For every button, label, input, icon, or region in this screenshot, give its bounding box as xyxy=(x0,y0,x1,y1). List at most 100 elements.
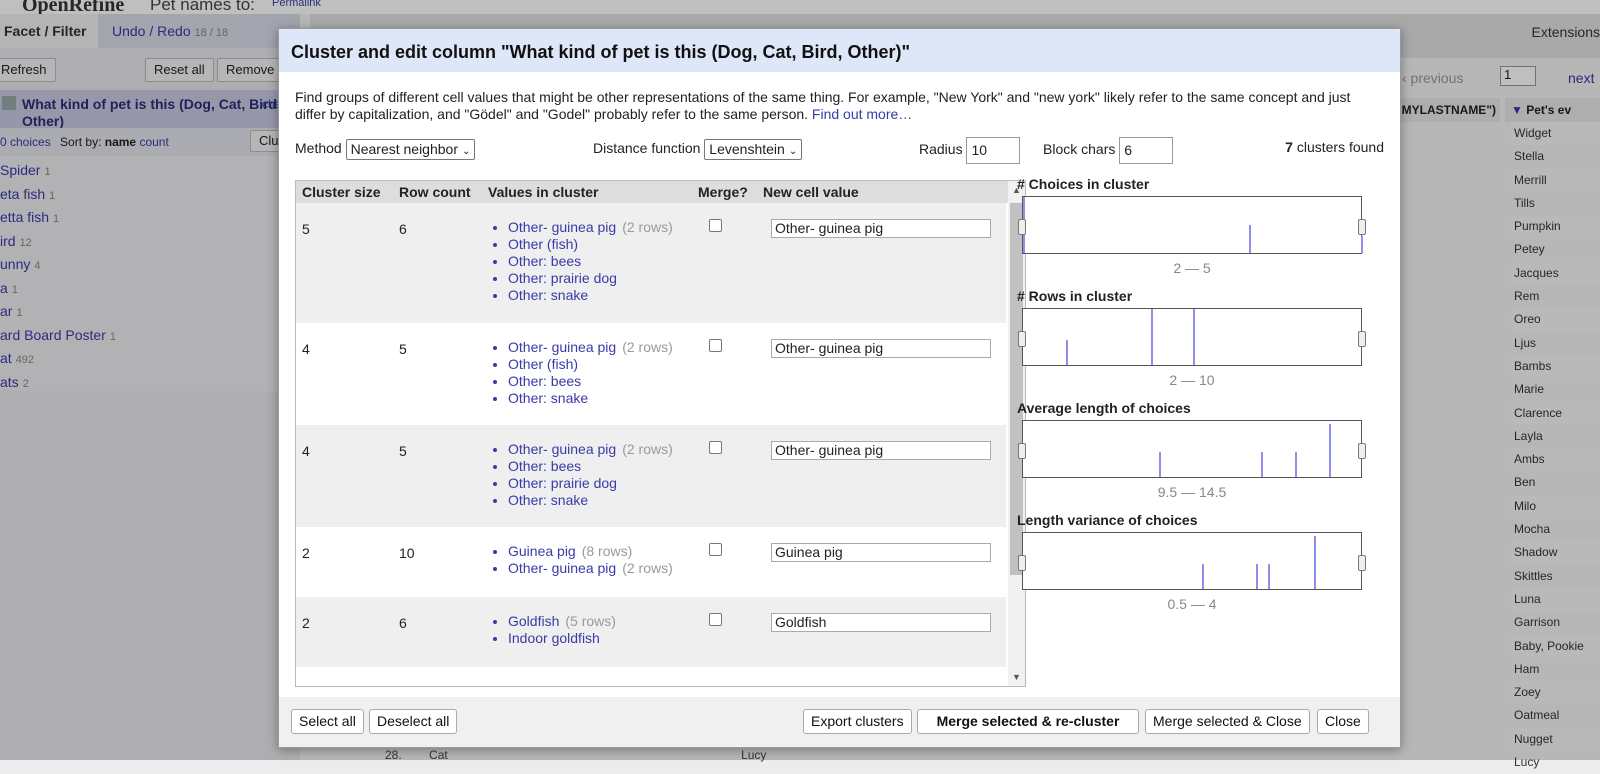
merge-close-button[interactable]: Merge selected & Close xyxy=(1145,709,1310,734)
range-handle-left[interactable] xyxy=(1018,331,1026,347)
cluster-value: Other: snake xyxy=(508,492,673,509)
block-chars-label: Block chars xyxy=(1043,141,1116,158)
cluster-value-link[interactable]: Indoor goldfish xyxy=(508,630,600,646)
radius-input[interactable]: 10 xyxy=(966,137,1021,164)
histogram-bar xyxy=(1261,452,1263,477)
distance-select[interactable]: Levenshtein ⌄ xyxy=(704,138,803,160)
cluster-value: Other- guinea pig (2 rows) xyxy=(508,339,673,356)
cluster-value-link[interactable]: Other: snake xyxy=(508,390,588,406)
histogram-range: 2 — 5 xyxy=(1173,260,1211,276)
histogram-chart[interactable] xyxy=(1018,196,1366,254)
cluster-value-link[interactable]: Other- guinea pig xyxy=(508,339,616,355)
range-handle-left[interactable] xyxy=(1018,555,1026,571)
cluster-table-header: Cluster size Row count Values in cluster… xyxy=(296,181,1025,203)
cluster-facets: # Choices in cluster 2 — 5 # Rows in clust… xyxy=(1017,176,1367,624)
cluster-row-count: 5 xyxy=(399,443,407,459)
header-new-value: New cell value xyxy=(763,184,859,200)
cluster-value-link[interactable]: Other: snake xyxy=(508,492,588,508)
range-handle-left[interactable] xyxy=(1018,219,1026,235)
header-values: Values in cluster xyxy=(488,184,599,200)
new-cell-value-input[interactable]: Other- guinea pig xyxy=(771,219,991,238)
cluster-value-link[interactable]: Other: bees xyxy=(508,253,581,269)
cluster-size: 2 xyxy=(302,615,310,631)
histogram-bar xyxy=(1268,564,1270,589)
block-chars-input[interactable]: 6 xyxy=(1119,137,1174,164)
cluster-value: Other- guinea pig (2 rows) xyxy=(508,560,673,577)
cluster-value: Other: bees xyxy=(508,373,673,390)
method-label: Method xyxy=(295,140,342,156)
cluster-value-link[interactable]: Other (fish) xyxy=(508,356,578,372)
new-cell-value-input[interactable]: Goldfish xyxy=(771,613,991,632)
histogram-facet: Length variance of choices 0.5 — 4 xyxy=(1017,512,1367,624)
histogram-bar xyxy=(1329,424,1331,477)
range-handle-right[interactable] xyxy=(1358,555,1366,571)
distance-control: Distance function Levenshtein ⌄ xyxy=(593,137,803,160)
histogram-bar xyxy=(1314,536,1316,589)
cluster-value: Other: bees xyxy=(508,458,673,475)
cluster-value-link[interactable]: Other: prairie dog xyxy=(508,270,617,286)
header-cluster-size[interactable]: Cluster size xyxy=(302,184,381,200)
method-select[interactable]: Nearest neighbor ⌄ xyxy=(345,138,476,160)
histogram-title: Length variance of choices xyxy=(1017,512,1198,528)
cluster-row: 45Other- guinea pig(2 rows)Other (fish)O… xyxy=(296,323,1006,425)
header-row-count[interactable]: Row count xyxy=(399,184,471,200)
histogram-bar xyxy=(1066,340,1068,365)
merge-checkbox[interactable] xyxy=(709,219,722,232)
merge-checkbox[interactable] xyxy=(709,339,722,352)
radius-label: Radius xyxy=(919,141,963,158)
close-button[interactable]: Close xyxy=(1317,709,1369,734)
dialog-title: Cluster and edit column "What kind of pe… xyxy=(279,29,1400,72)
select-all-button[interactable]: Select all xyxy=(291,709,364,734)
new-cell-value-input[interactable]: Guinea pig xyxy=(771,543,991,562)
merge-checkbox[interactable] xyxy=(709,613,722,626)
chevron-down-icon: ⌄ xyxy=(462,145,471,157)
histogram-bar xyxy=(1249,225,1251,253)
histogram-chart[interactable] xyxy=(1018,532,1366,590)
scroll-down-icon[interactable]: ▼ xyxy=(1012,672,1021,682)
range-handle-right[interactable] xyxy=(1358,331,1366,347)
cluster-value-link[interactable]: Other: prairie dog xyxy=(508,475,617,491)
cluster-value: Other- guinea pig (2 rows) xyxy=(508,441,673,458)
new-cell-value-input[interactable]: Other- guinea pig xyxy=(771,339,991,358)
header-merge: Merge? xyxy=(698,184,748,200)
cluster-value: Other: snake xyxy=(508,287,673,304)
cluster-value-row-count: (2 rows) xyxy=(622,441,673,457)
histogram-chart[interactable] xyxy=(1018,420,1366,478)
range-handle-right[interactable] xyxy=(1358,443,1366,459)
new-cell-value-input[interactable]: Other- guinea pig xyxy=(771,441,991,460)
cluster-value-link[interactable]: Other (fish) xyxy=(508,236,578,252)
cluster-value-link[interactable]: Goldfish xyxy=(508,613,559,629)
histogram-title: Average length of choices xyxy=(1017,400,1191,416)
cluster-value-row-count: (2 rows) xyxy=(622,560,673,576)
cluster-size: 4 xyxy=(302,341,310,357)
merge-checkbox[interactable] xyxy=(709,441,722,454)
cluster-value-link[interactable]: Other: snake xyxy=(508,287,588,303)
cluster-value-link[interactable]: Guinea pig xyxy=(508,543,576,559)
deselect-all-button[interactable]: Deselect all xyxy=(369,709,458,734)
range-handle-left[interactable] xyxy=(1018,443,1026,459)
cluster-value-link[interactable]: Other- guinea pig xyxy=(508,219,616,235)
merge-recluster-button[interactable]: Merge selected & re-cluster xyxy=(917,709,1139,734)
histogram-facet: # Choices in cluster 2 — 5 xyxy=(1017,176,1367,288)
cluster-value-link[interactable]: Other: bees xyxy=(508,458,581,474)
histogram-bar xyxy=(1202,564,1204,589)
export-clusters-button[interactable]: Export clusters xyxy=(803,709,912,734)
clusters-found-count: 7 xyxy=(1285,139,1293,155)
merge-checkbox[interactable] xyxy=(709,543,722,556)
cluster-value-row-count: (2 rows) xyxy=(622,339,673,355)
histogram-chart[interactable] xyxy=(1018,308,1366,366)
cluster-value-link[interactable]: Other- guinea pig xyxy=(508,441,616,457)
range-handle-right[interactable] xyxy=(1358,219,1366,235)
histogram-facet: Average length of choices 9.5 — 14.5 xyxy=(1017,400,1367,512)
cluster-row-count: 5 xyxy=(399,341,407,357)
cluster-value: Other: prairie dog xyxy=(508,270,673,287)
dialog-description: Find groups of different cell values tha… xyxy=(295,89,1385,123)
histogram-bar xyxy=(1361,236,1363,253)
block-chars-control: Block chars 6 xyxy=(1043,137,1174,164)
cluster-value-link[interactable]: Other- guinea pig xyxy=(508,560,616,576)
cluster-table: Cluster size Row count Values in cluster… xyxy=(295,180,1026,687)
cluster-value-link[interactable]: Other: bees xyxy=(508,373,581,389)
distance-label: Distance function xyxy=(593,140,701,156)
clusters-found: 7 clusters found xyxy=(1285,139,1384,155)
find-out-more-link[interactable]: Find out more… xyxy=(812,106,912,122)
